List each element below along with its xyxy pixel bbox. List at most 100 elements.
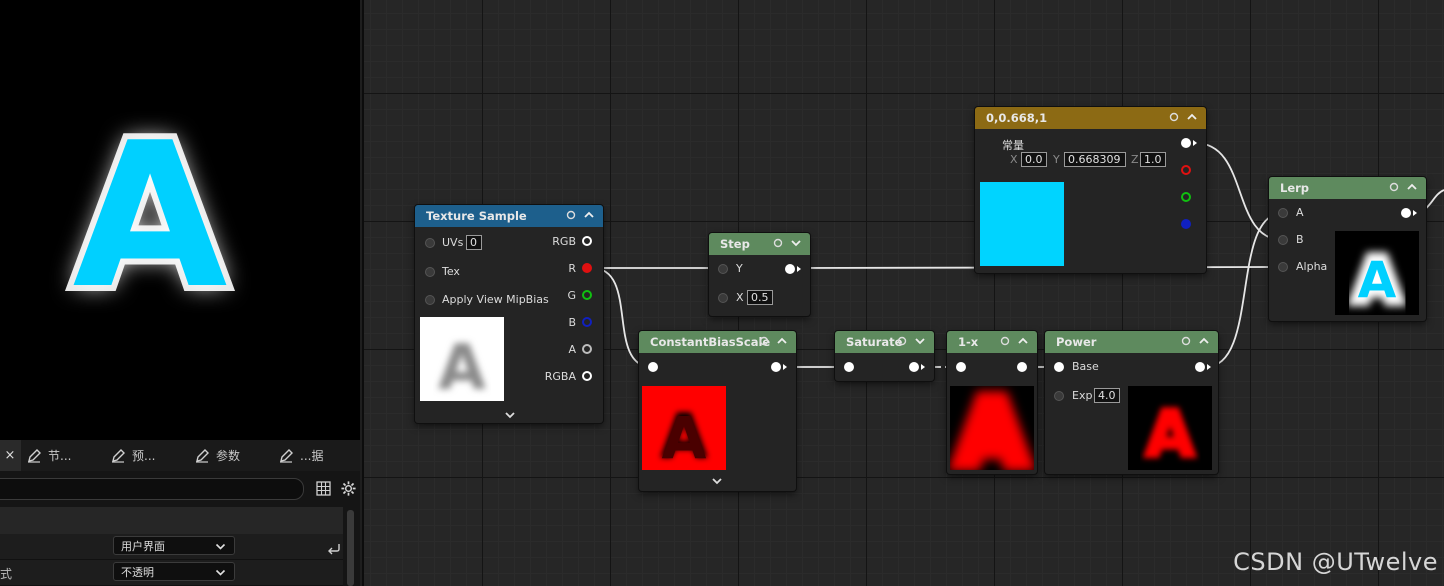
output-pin[interactable]	[1017, 362, 1027, 372]
color-swatch	[980, 182, 1064, 266]
preview-toggle-icon[interactable]	[565, 209, 577, 221]
chevron-down-icon[interactable]	[504, 410, 516, 420]
table-view-icon[interactable]	[316, 481, 331, 496]
preview-toggle-icon[interactable]	[896, 335, 908, 347]
input-pin-base[interactable]	[1054, 362, 1064, 372]
output-arrow	[783, 364, 787, 370]
output-pin[interactable]	[771, 362, 781, 372]
tab-parameters[interactable]: 参数	[194, 440, 240, 471]
chevron-up-icon[interactable]	[1186, 111, 1198, 123]
constant-bias-scale-node[interactable]: ConstantBiasScale A A	[639, 331, 796, 491]
node-header[interactable]: Texture Sample	[415, 205, 603, 227]
power-node[interactable]: Power Base Exp 4.0 A	[1045, 331, 1218, 474]
z-value-field[interactable]: 1.0	[1140, 152, 1166, 167]
output-pin-a[interactable]	[582, 344, 592, 354]
tab-preview[interactable]: 预...	[110, 440, 155, 471]
pin-label: RGB	[552, 235, 576, 248]
svg-text:A: A	[957, 386, 1027, 470]
input-pin-uvs[interactable]	[425, 238, 435, 248]
chevron-up-icon[interactable]	[1406, 181, 1418, 193]
uvs-value-field[interactable]: 0	[466, 235, 482, 250]
tab-data[interactable]: ...据	[278, 440, 323, 471]
node-header[interactable]: Lerp	[1269, 177, 1426, 199]
input-pin[interactable]	[844, 362, 854, 372]
input-pin-y[interactable]	[718, 264, 728, 274]
output-pin[interactable]	[1401, 208, 1411, 218]
input-pin[interactable]	[956, 362, 966, 372]
x-value-field[interactable]: 0.0	[1021, 152, 1047, 167]
pin-label: Base	[1072, 360, 1099, 373]
input-pin-exp[interactable]	[1054, 391, 1064, 401]
x-value-field[interactable]: 0.5	[747, 290, 773, 305]
details-scrollbar[interactable]	[347, 510, 354, 586]
input-pin-x[interactable]	[718, 293, 728, 303]
chevron-down-icon[interactable]	[790, 237, 802, 249]
output-pin-rgb[interactable]	[582, 236, 592, 246]
output-pin-b[interactable]	[582, 317, 592, 327]
input-pin-mipbias[interactable]	[425, 295, 435, 305]
output-pin-g[interactable]	[582, 290, 592, 300]
reset-arrow-icon[interactable]	[326, 540, 342, 556]
chevron-up-icon[interactable]	[1198, 335, 1210, 347]
preview-toggle-icon[interactable]	[999, 335, 1011, 347]
preview-toggle-icon[interactable]	[1180, 335, 1192, 347]
pin-label: B	[568, 316, 576, 329]
chevron-down-icon	[215, 543, 226, 550]
preview-toggle-icon[interactable]	[1388, 181, 1400, 193]
output-pin-rgb[interactable]	[1181, 138, 1191, 148]
y-value-field[interactable]: 0.668309	[1064, 152, 1126, 167]
chevron-up-icon[interactable]	[776, 335, 788, 347]
node-header[interactable]: 1-x	[947, 331, 1037, 353]
close-tab-icon[interactable]: ×	[0, 440, 21, 471]
chevron-up-icon[interactable]	[1017, 335, 1029, 347]
preview-toggle-icon[interactable]	[1168, 111, 1180, 123]
tab-label: ...据	[300, 449, 324, 463]
node-title: Lerp	[1280, 181, 1310, 195]
output-pin-g[interactable]	[1181, 192, 1191, 202]
tab-nodes[interactable]: 节...	[26, 440, 71, 471]
preview-toggle-icon[interactable]	[772, 237, 784, 249]
output-pin-r[interactable]	[582, 263, 592, 273]
output-pin[interactable]	[785, 264, 795, 274]
output-pin[interactable]	[909, 362, 919, 372]
saturate-node[interactable]: Saturate	[835, 331, 934, 381]
input-pin-a[interactable]	[1278, 208, 1288, 218]
input-pin[interactable]	[648, 362, 658, 372]
panel-tab-bar: × 节... 预... 参数 ...据	[0, 440, 360, 472]
category-header[interactable]	[0, 507, 343, 534]
constant3-vector-node[interactable]: 0,0.668,1 常量 X 0.0 Y 0.668309 Z 1.0	[975, 107, 1206, 273]
chevron-down-icon[interactable]	[711, 476, 723, 486]
output-pin[interactable]	[1195, 362, 1205, 372]
input-pin-b[interactable]	[1278, 235, 1288, 245]
blend-mode-dropdown[interactable]: 不透明	[113, 562, 235, 581]
output-pin-b[interactable]	[1181, 219, 1191, 229]
material-preview-viewport[interactable]: A A A	[0, 0, 360, 440]
material-domain-dropdown[interactable]: 用户界面	[113, 536, 235, 555]
node-header[interactable]: Step	[709, 233, 810, 255]
search-input[interactable]	[0, 478, 304, 500]
node-header[interactable]: Saturate	[835, 331, 934, 353]
step-node[interactable]: Step Y X 0.5	[709, 233, 810, 316]
details-panel: × 节... 预... 参数 ...据 用户界面 式 不透明	[0, 440, 360, 586]
node-preview-thumbnail: A	[1128, 386, 1212, 470]
svg-text:A: A	[1358, 251, 1397, 309]
input-pin-tex[interactable]	[425, 267, 435, 277]
preview-toggle-icon[interactable]	[758, 335, 770, 347]
exp-value-field[interactable]: 4.0	[1094, 388, 1120, 403]
input-pin-alpha[interactable]	[1278, 262, 1288, 272]
svg-text:A: A	[662, 404, 707, 470]
node-header[interactable]: ConstantBiasScale	[639, 331, 796, 353]
pencil-icon	[196, 448, 209, 463]
node-header[interactable]: 0,0.668,1	[975, 107, 1206, 129]
one-minus-node[interactable]: 1-x A	[947, 331, 1037, 474]
chevron-up-icon[interactable]	[583, 209, 595, 221]
node-header[interactable]: Power	[1045, 331, 1218, 353]
gear-icon[interactable]	[340, 480, 357, 497]
output-pin-rgba[interactable]	[582, 371, 592, 381]
constant-label: 常量	[1002, 139, 1024, 152]
lerp-node[interactable]: Lerp A B Alpha A A	[1269, 177, 1426, 321]
chevron-down-icon[interactable]	[914, 335, 926, 347]
tab-label: 预...	[132, 449, 156, 463]
texture-sample-node[interactable]: Texture Sample UVs 0 Tex Apply View MipB…	[415, 205, 603, 423]
output-pin-r[interactable]	[1181, 165, 1191, 175]
